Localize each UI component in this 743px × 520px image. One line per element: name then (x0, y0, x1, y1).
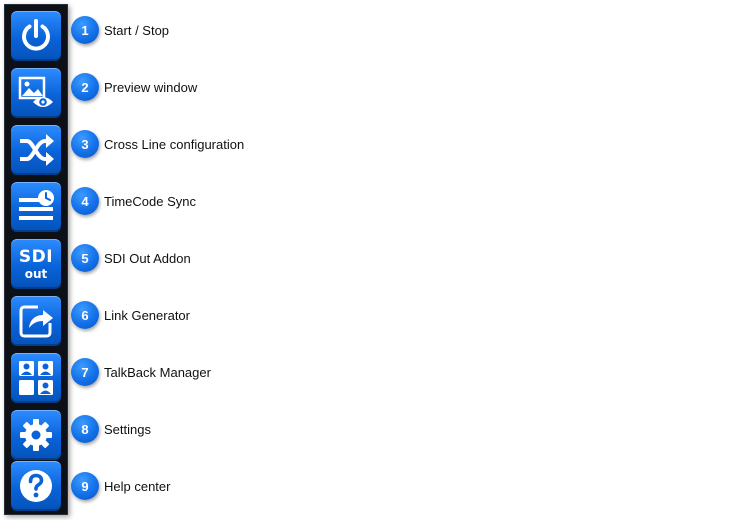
legend-label: TalkBack Manager (104, 364, 211, 380)
number-badge: 2 (71, 73, 99, 101)
legend-label: SDI Out Addon (104, 250, 191, 266)
legend-row-start-stop: 1 Start / Stop (71, 16, 169, 44)
number-badge: 5 (71, 244, 99, 272)
number-badge: 9 (71, 472, 99, 500)
legend-row-help-center: 9 Help center (71, 472, 170, 500)
legend-label: Cross Line configuration (104, 136, 245, 152)
preview-eye-icon (18, 76, 53, 107)
legend-label: Start / Stop (104, 22, 170, 38)
settings-button[interactable] (11, 410, 61, 460)
gear-icon (20, 419, 52, 451)
timecode-sync-button[interactable] (11, 182, 61, 232)
talkback-manager-button[interactable] (11, 353, 61, 403)
legend-row-talkback: 7 TalkBack Manager (71, 358, 211, 386)
preview-window-button[interactable] (11, 68, 61, 118)
number-badge: 1 (71, 16, 99, 44)
legend-label: Preview window (104, 79, 198, 95)
legend-label: Settings (104, 421, 151, 437)
number-badge: 3 (71, 130, 99, 158)
out-icon-text: out (24, 266, 48, 281)
sdi-icon-text: SDI (18, 246, 54, 267)
share-arrow-icon (19, 305, 53, 338)
legend-row-timecode-sync: 4 TimeCode Sync (71, 187, 196, 215)
legend-label: TimeCode Sync (104, 193, 196, 209)
help-center-button[interactable] (11, 461, 61, 511)
legend-row-preview-window: 2 Preview window (71, 73, 197, 101)
legend-row-sdi-out: 5 SDI Out Addon (71, 244, 191, 272)
number-badge: 8 (71, 415, 99, 443)
number-badge: 7 (71, 358, 99, 386)
link-generator-button[interactable] (11, 296, 61, 346)
shuffle-icon (20, 134, 54, 166)
number-badge: 6 (71, 301, 99, 329)
sdi-out-icon: SDI out (18, 246, 54, 281)
legend-label: Link Generator (104, 307, 190, 323)
help-question-icon (20, 470, 52, 502)
toolbar-sidebar: SDI out (4, 4, 68, 515)
sdi-out-addon-button[interactable]: SDI out (11, 239, 61, 289)
legend-row-cross-line: 3 Cross Line configuration (71, 130, 244, 158)
legend-row-link-generator: 6 Link Generator (71, 301, 190, 329)
power-icon (22, 19, 50, 51)
legend-label: Help center (104, 478, 171, 494)
cross-line-config-button[interactable] (11, 125, 61, 175)
start-stop-button[interactable] (11, 11, 61, 61)
timecode-clock-icon (19, 190, 54, 220)
number-badge: 4 (71, 187, 99, 215)
talkback-users-icon (19, 361, 53, 395)
legend-row-settings: 8 Settings (71, 415, 151, 443)
